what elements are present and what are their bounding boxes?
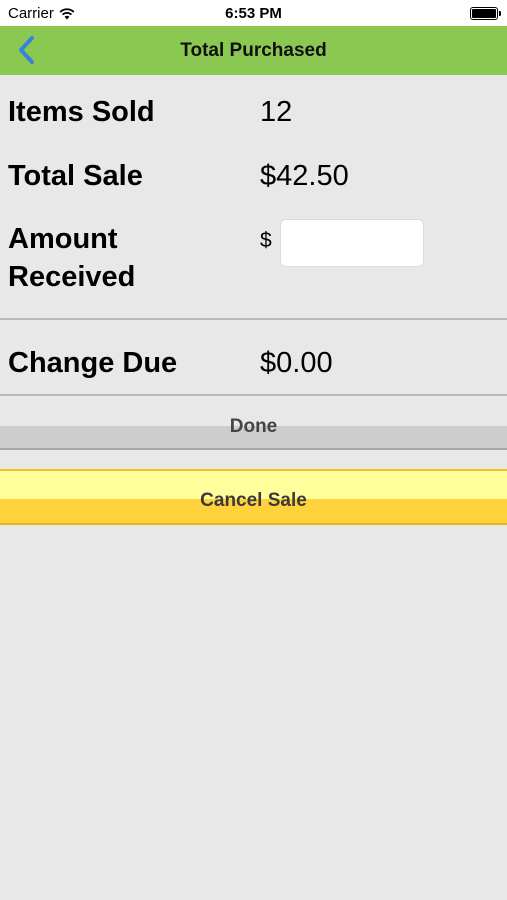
currency-symbol: $ (260, 229, 272, 252)
total-sale-label: Total Sale (8, 160, 143, 192)
battery-full-icon (470, 7, 501, 20)
cancel-sale-button-label: Cancel Sale (200, 490, 307, 511)
done-button[interactable]: Done (0, 402, 507, 450)
items-sold-label: Items Sold (8, 96, 155, 128)
change-due-value: $0.00 (260, 347, 333, 379)
page-title: Total Purchased (180, 40, 327, 61)
navigation-bar: Total Purchased (0, 26, 507, 75)
change-due-label: Change Due (8, 347, 178, 379)
done-button-label: Done (229, 416, 278, 437)
divider (0, 394, 507, 396)
status-bar: Carrier 6:53 PM (0, 0, 507, 26)
amount-received-input[interactable] (280, 219, 424, 267)
items-sold-value: 12 (260, 96, 293, 128)
cancel-sale-button[interactable]: Cancel Sale (0, 469, 507, 525)
status-time: 6:53 PM (225, 5, 282, 22)
amount-received-label: Amount Received (8, 223, 136, 293)
total-sale-value: $42.50 (260, 160, 349, 192)
divider (0, 318, 507, 320)
